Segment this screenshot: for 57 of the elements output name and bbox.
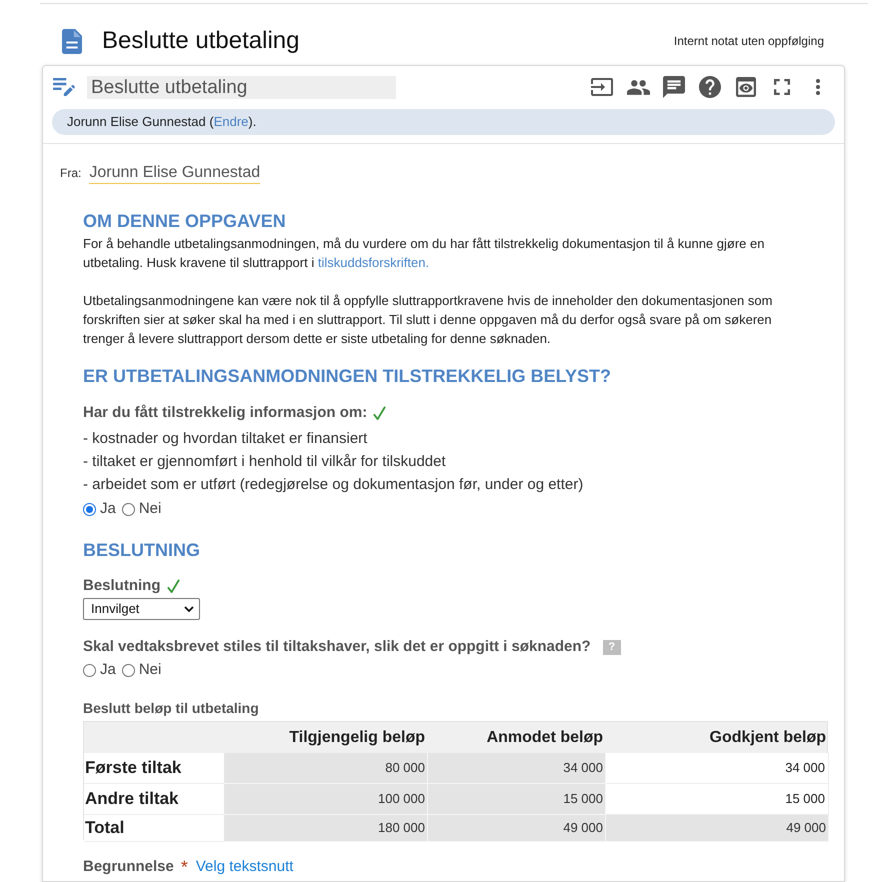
regulation-link[interactable]: tilskuddsforskriften. [318,255,430,270]
edit-list-icon[interactable] [53,78,75,96]
preview-icon[interactable] [736,77,756,97]
title-field[interactable]: Beslutte utbetaling [87,76,396,98]
decision-label: Beslutning [83,576,160,596]
radio-label: Ja [100,499,116,519]
document-icon [62,28,82,54]
people-icon[interactable] [626,80,650,94]
table-cell: 80 000 [224,753,428,784]
note-type-label: Internt notat uten oppfølging [674,33,824,50]
fullscreen-icon[interactable] [774,79,790,95]
table-cell: 180 000 [224,815,428,842]
more-options-icon[interactable] [816,79,820,95]
table-cell: 49 000 [606,815,829,842]
row-header: Første tiltak [84,757,182,780]
table-cell: 49 000 [428,815,606,842]
section-heading: BESLUTNING [83,539,200,562]
column-header: Godkjent beløp [710,728,826,748]
criteria-item: - tiltaket er gjennomført i henhold til vilkår for tilskuddet [83,452,446,472]
table-caption: Beslutt beløp til utbetaling [83,699,259,718]
radio-label: Nei [138,499,162,519]
radio-label: Ja [100,660,116,680]
sender-field[interactable]: Jorunn Elise Gunnestad [89,162,260,184]
row-header: Andre tiltak [84,788,179,810]
column-header: Tilgjengelig beløp [289,728,425,748]
radio-button[interactable] [122,502,135,516]
table-cell: 34 000 [428,753,606,784]
radio-button[interactable] [83,664,96,676]
table-cell: 15 000 [428,784,606,815]
decision-select[interactable]: Innvilget [83,598,200,620]
description-paragraph: Utbetalingsanmodningene kan være nok til å oppfylle sluttrapportkravene hvis de inneholder den dokumentasjonen som forskriften sier at søker skal ha med i en sluttrapport. Til slutt i denne oppgaven må du derfor også svare på om søkeren trenger å levere sluttrapport dersom dette er siste utbetaling for denne søknaden. [83,292,774,348]
snippet-link[interactable]: Velg tekstsnutt [196,856,294,878]
radio-button[interactable] [122,664,135,676]
section-heading: ER UTBETALINGSANMODNINGEN TILSTREKKELIG BELYST? [83,365,612,388]
column-header: Anmodet beløp [486,728,603,748]
criteria-item: - arbeidet som er utført (redegjørelse og dokumentasjon før, under og etter) [83,475,584,495]
assignee-text: Jorunn Elise Gunnestad (Endre). [67,113,256,132]
page-title: Beslutte utbetaling [102,26,300,56]
help-icon[interactable] [699,76,721,98]
amount-input[interactable]: 15 000 [606,784,829,815]
comment-icon[interactable] [663,76,685,98]
amount-input[interactable]: 34 000 [606,753,829,784]
justification-label: Begrunnelse [83,856,174,877]
table-cell: 100 000 [224,784,428,815]
change-link[interactable]: Endre [214,114,248,130]
chevron-down-icon [184,606,194,612]
required-mark: * [180,858,188,876]
criteria-item: - kostnader og hvordan tiltaket er finansiert [83,429,368,449]
row-header: Total [84,817,124,839]
description-paragraph: For å behandle utbetalingsanmodningen, må du vurdere om du har fått tilstrekkelig dokumentasjon til å kunne gjøre en utbetaling. Husk kravene til sluttrapport i tilskuddsforskriften. [83,235,766,272]
radio-label: Nei [138,660,162,680]
question-label: Skal vedtaksbrevet stiles til tiltakshaver, slik det er oppgitt i søknaden? [83,636,591,657]
radio-button[interactable] [83,502,96,516]
enter-icon[interactable] [591,78,613,96]
from-label: Fra: [60,165,82,182]
question-label: Har du fått tilstrekkelig informasjon om: [83,402,368,423]
section-heading: OM DENNE OPPGAVEN [83,210,286,233]
